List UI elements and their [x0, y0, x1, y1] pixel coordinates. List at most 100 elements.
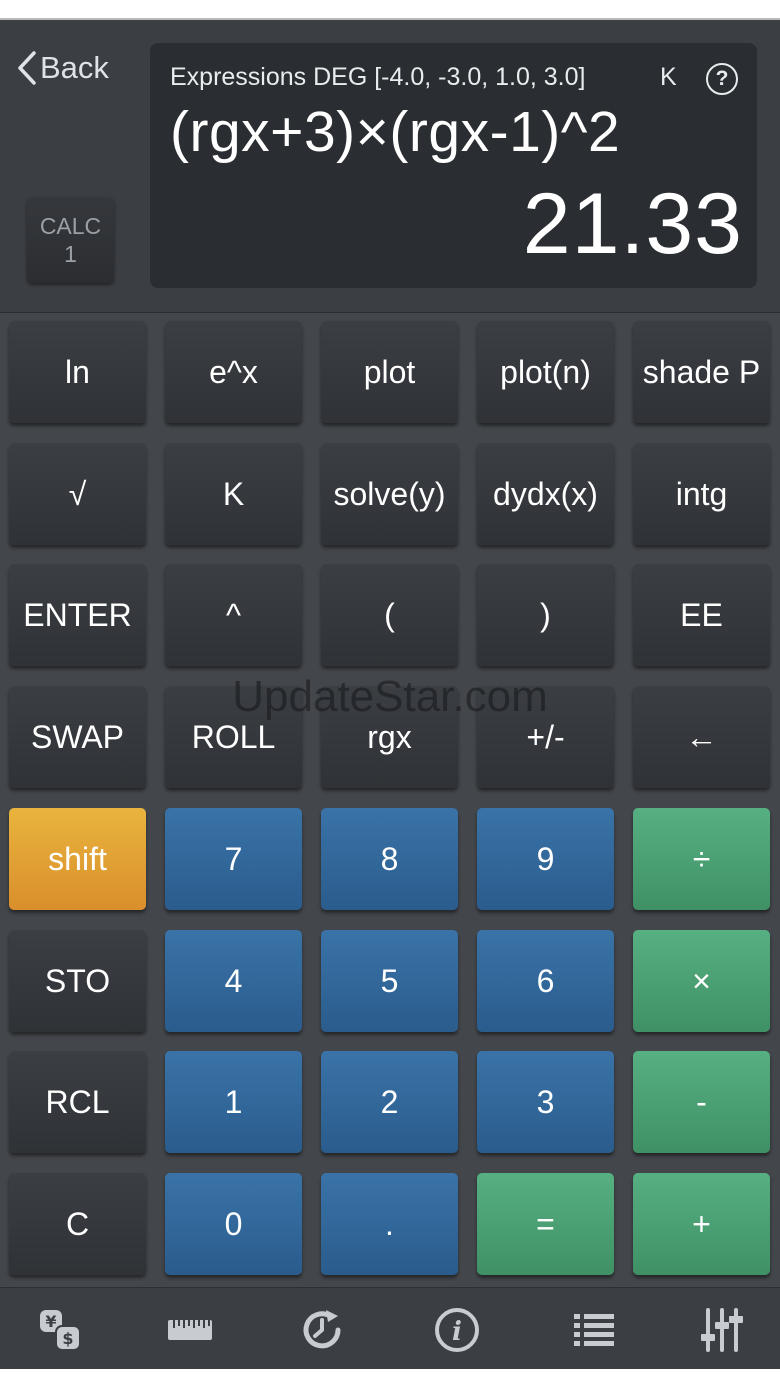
back-button[interactable]: Back [16, 46, 109, 90]
sliders-icon [701, 1308, 743, 1352]
key-power[interactable]: ^ [165, 564, 302, 666]
key-label: e^x [209, 353, 258, 390]
key-4[interactable]: 4 [165, 930, 302, 1032]
svg-text:¥: ¥ [45, 1312, 56, 1331]
key-rgx[interactable]: rgx [321, 686, 458, 788]
tab-units[interactable] [162, 1302, 218, 1358]
key-label: 3 [536, 1083, 555, 1120]
key-5[interactable]: 5 [321, 930, 458, 1032]
svg-text:i: i [452, 1317, 462, 1347]
key-label: intg [675, 475, 728, 512]
calculator-app: Back CALC 1 Expressions DEG [-4.0, -3.0,… [0, 0, 780, 1387]
key-8[interactable]: 8 [321, 808, 458, 910]
key-negate[interactable]: +/- [477, 686, 614, 788]
help-icon[interactable]: ? [706, 63, 738, 95]
key-label: - [696, 1083, 707, 1120]
key-sqrt[interactable]: √ [9, 443, 146, 545]
key-rcl[interactable]: RCL [9, 1051, 146, 1153]
bottom-tab-bar: ¥ $ i [0, 1287, 780, 1370]
mode-indicator: Expressions DEG [-4.0, -3.0, 1.0, 3.0] [170, 63, 586, 91]
key-enter[interactable]: ENTER [9, 564, 146, 666]
history-clock-icon [303, 1310, 341, 1349]
key-open-paren[interactable]: ( [321, 564, 458, 666]
key-add[interactable]: + [633, 1173, 770, 1275]
key-plot-n[interactable]: plot(n) [477, 321, 614, 423]
key-label: shift [48, 840, 107, 877]
key-label: EE [680, 596, 723, 633]
key-sto[interactable]: STO [9, 930, 146, 1032]
key-clear[interactable]: C [9, 1173, 146, 1275]
bottom-strip [0, 1369, 780, 1387]
list-icon [574, 1314, 614, 1346]
expression-line: (rgx+3)×(rgx-1)^2 [170, 100, 621, 164]
key-label: 4 [224, 962, 243, 999]
tab-list[interactable] [566, 1302, 622, 1358]
svg-text:$: $ [62, 1329, 73, 1348]
key-backspace[interactable]: ← [633, 686, 770, 788]
key-label: ^ [225, 596, 241, 633]
key-label: ENTER [23, 596, 132, 633]
key-label: = [536, 1205, 555, 1242]
key-ee[interactable]: EE [633, 564, 770, 666]
status-strip [0, 0, 780, 20]
key-2[interactable]: 2 [321, 1051, 458, 1153]
key-label: ( [384, 596, 395, 633]
chevron-left-icon [18, 51, 36, 85]
info-icon: i [435, 1308, 479, 1352]
key-dydx[interactable]: dydx(x) [477, 443, 614, 545]
key-3[interactable]: 3 [477, 1051, 614, 1153]
key-label: RCL [45, 1083, 110, 1120]
key-label: ROLL [191, 718, 276, 755]
key-label: + [692, 1205, 711, 1242]
key-label: ln [65, 353, 90, 390]
key-multiply[interactable]: × [633, 930, 770, 1032]
key-close-paren[interactable]: ) [477, 564, 614, 666]
key-decimal[interactable]: . [321, 1173, 458, 1275]
key-label: 5 [380, 962, 399, 999]
key-9[interactable]: 9 [477, 808, 614, 910]
key-7[interactable]: 7 [165, 808, 302, 910]
key-shift[interactable]: shift [9, 808, 146, 910]
key-subtract[interactable]: - [633, 1051, 770, 1153]
key-label: SWAP [30, 718, 125, 755]
key-label: × [692, 962, 711, 999]
key-exp[interactable]: e^x [165, 321, 302, 423]
key-roll[interactable]: ROLL [165, 686, 302, 788]
key-swap[interactable]: SWAP [9, 686, 146, 788]
key-0[interactable]: 0 [165, 1173, 302, 1275]
key-equals[interactable]: = [477, 1173, 614, 1275]
key-6[interactable]: 6 [477, 930, 614, 1032]
tab-history[interactable] [294, 1302, 350, 1358]
key-k[interactable]: K [165, 443, 302, 545]
key-label: √ [68, 475, 87, 512]
tab-info[interactable]: i [429, 1302, 485, 1358]
tab-currency[interactable]: ¥ $ [32, 1302, 88, 1358]
key-label: plot [363, 353, 416, 390]
key-label: 9 [536, 840, 555, 877]
key-label: 7 [224, 840, 243, 877]
key-plot[interactable]: plot [321, 321, 458, 423]
key-label: ÷ [692, 840, 711, 877]
key-label: rgx [367, 718, 412, 755]
key-label: C [65, 1205, 90, 1242]
key-label: 0 [224, 1205, 243, 1242]
calc-label: CALC [39, 213, 102, 239]
key-ln[interactable]: ln [9, 321, 146, 423]
header-panel: Back CALC 1 Expressions DEG [-4.0, -3.0,… [0, 20, 780, 313]
key-label: solve(y) [333, 475, 446, 512]
key-label: . [385, 1205, 394, 1242]
result-value: 21.33 [522, 176, 743, 272]
key-label: ← [685, 718, 718, 755]
key-1[interactable]: 1 [165, 1051, 302, 1153]
key-shade-p[interactable]: shade P [633, 321, 770, 423]
tab-settings[interactable] [694, 1302, 750, 1358]
calc-selector-button[interactable]: CALC 1 [27, 197, 114, 283]
key-intg[interactable]: intg [633, 443, 770, 545]
k-indicator: K [660, 63, 677, 91]
key-solve-y[interactable]: solve(y) [321, 443, 458, 545]
key-label: shade P [642, 353, 761, 390]
key-label: 2 [380, 1083, 399, 1120]
key-divide[interactable]: ÷ [633, 808, 770, 910]
ruler-icon [168, 1320, 212, 1340]
key-label: ) [540, 596, 551, 633]
